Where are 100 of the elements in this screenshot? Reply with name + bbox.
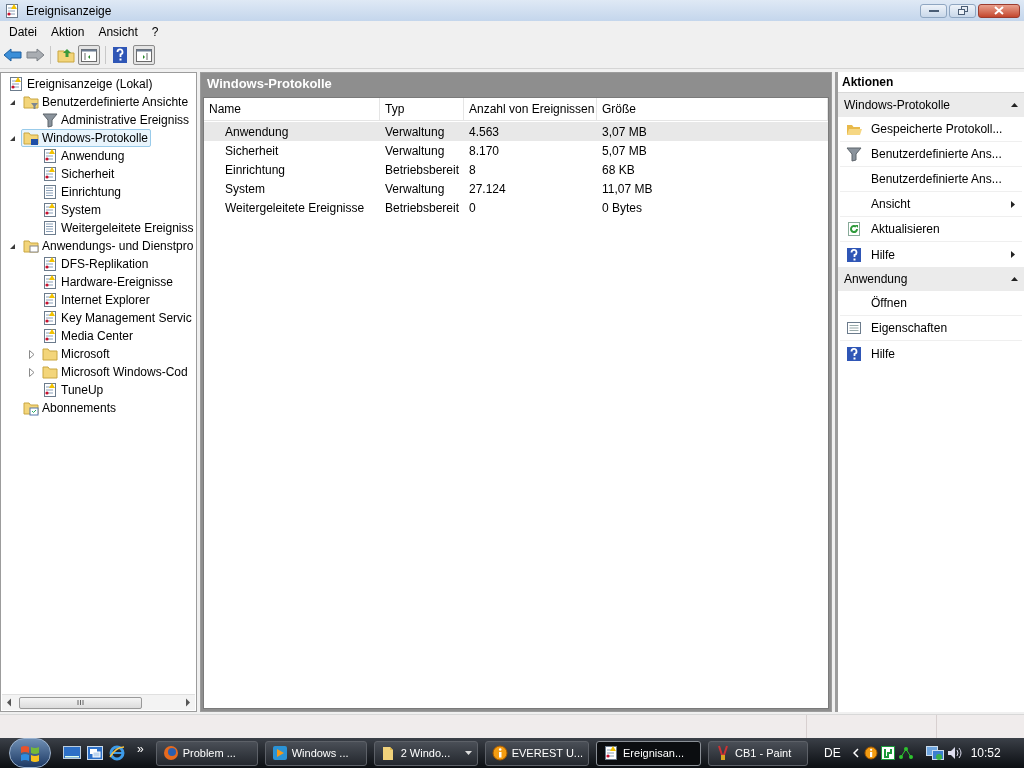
collapse-icon[interactable] [1011,277,1018,281]
log-icon [42,292,58,308]
browser-icon[interactable] [109,745,125,761]
clock[interactable]: 10:52 [970,744,1001,762]
column-header[interactable]: Größe [597,98,828,120]
horizontal-scrollbar[interactable] [2,694,195,710]
network-nodes-icon[interactable] [897,746,914,760]
menu-item[interactable]: Ansicht [91,22,145,41]
tree-item[interactable]: Abonnements [21,399,120,417]
table-row[interactable]: Sicherheit Verwaltung 8.170 5,07 MB [204,141,828,160]
chevron-left-icon[interactable] [852,748,859,758]
action-item[interactable]: Hilfe [840,242,1022,267]
panel-icon [136,48,152,62]
folder-icon [23,130,39,146]
tree-item[interactable]: Windows-Protokolle [21,129,152,147]
log-icon [42,274,58,290]
section-header[interactable]: Anwendung [838,267,1024,291]
folder-icon [42,364,58,380]
collapse-icon[interactable] [1011,103,1018,107]
tree-item[interactable]: Benutzerdefinierte Ansichte [21,93,192,111]
desktop-icon[interactable] [63,746,81,760]
tree-item[interactable]: Anwendung [40,147,128,165]
back-icon[interactable] [3,47,23,63]
close-button[interactable] [978,3,1020,18]
expand-icon[interactable] [28,367,35,377]
taskbar-button[interactable]: Windows ... [264,740,367,766]
help-icon[interactable] [111,46,129,64]
table-cell-text: 3,07 MB [601,123,648,141]
menu-item[interactable]: Datei [2,22,44,41]
menu-item[interactable]: Aktion [44,22,92,41]
table-cell-text: 0 Bytes [601,199,644,217]
tree-item[interactable]: Sicherheit [40,165,118,183]
panel-title: Windows-Protokolle [206,75,333,94]
scrollbar-thumb[interactable] [19,696,142,709]
console-tree-button[interactable] [78,45,100,65]
help-icon [846,345,862,362]
menu-item[interactable]: ? [144,22,166,41]
network-icon[interactable] [925,745,944,761]
action-item[interactable]: Hilfe [840,341,1022,366]
more-button[interactable]: » [137,740,144,758]
tree-item[interactable]: Hardware-Ereignisse [40,273,177,291]
switch-windows-icon[interactable] [87,746,103,760]
refresh-icon [846,221,862,237]
tree-item[interactable]: Internet Explorer [40,291,153,309]
action-item[interactable]: Öffnen [840,291,1022,316]
tree-item[interactable]: TuneUp [40,381,107,399]
minimize-button[interactable] [920,3,947,18]
collapse-icon[interactable] [9,134,16,142]
tree-item[interactable]: Anwendungs- und Dienstpro [21,237,196,255]
tree-item[interactable]: Microsoft Windows-Cod [40,363,191,381]
info-icon[interactable] [863,746,878,760]
tree-item[interactable]: Microsoft [40,345,113,363]
action-item[interactable]: Gespeicherte Protokoll... [840,117,1022,142]
action-pane-button[interactable] [133,45,155,65]
tree-item[interactable]: DFS-Replikation [40,255,152,273]
maximize-button[interactable] [949,3,976,18]
action-item[interactable]: Benutzerdefinierte Ans... [840,142,1022,167]
table-cell-text: System [224,180,266,198]
brush-icon [715,745,731,761]
taskbar-button[interactable]: 2 Windo... [373,740,478,766]
collapse-icon[interactable] [9,98,16,106]
table-row[interactable]: Weitergeleitete Ereignisse Betriebsbereit 0 0 Bytes [204,198,828,217]
tray-app-icon[interactable] [880,746,895,760]
tree-item[interactable]: System [40,201,104,219]
sheet-icon [42,220,58,236]
folder-icon [23,238,39,254]
table-cell-text: 5,07 MB [601,142,648,160]
folder-up-icon[interactable] [56,46,76,64]
taskbar-button[interactable]: Problem ... [155,740,258,766]
action-item[interactable]: Benutzerdefinierte Ans... [840,167,1022,192]
start-button[interactable] [9,738,51,768]
log-icon [42,148,58,164]
section-header[interactable]: Windows-Protokolle [838,93,1024,117]
expand-icon[interactable] [28,349,35,359]
language-indicator[interactable]: DE [824,744,841,762]
action-item[interactable]: Eigenschaften [840,316,1022,341]
column-header[interactable]: Anzahl von Ereignissen [464,98,597,120]
action-item[interactable]: Ansicht [840,192,1022,217]
tree-item[interactable]: Weitergeleitete Ereigniss [40,219,196,237]
taskbar-button[interactable]: CB1 - Paint [708,740,808,766]
log-icon [42,166,58,182]
forward-icon[interactable] [25,47,45,63]
tree-item[interactable]: Administrative Ereigniss [40,111,193,129]
collapse-icon[interactable] [9,242,16,250]
tree-item[interactable]: Media Center [40,327,137,345]
action-item[interactable]: Aktualisieren [840,217,1022,242]
taskbar-button[interactable]: Ereignisan... [596,740,701,766]
table-row[interactable]: System Verwaltung 27.124 11,07 MB [204,179,828,198]
tree-item[interactable]: Ereignisanzeige (Lokal) [6,75,156,93]
taskbar-button[interactable]: EVEREST U... [484,740,589,766]
column-header[interactable]: Typ [380,98,464,120]
tree-item[interactable]: Key Management Servic [40,309,195,327]
log-icon [42,202,58,218]
table-row[interactable]: Einrichtung Betriebsbereit 8 68 KB [204,160,828,179]
column-header[interactable]: Name [204,98,380,120]
volume-icon[interactable] [946,746,963,760]
table-row[interactable]: Anwendung Verwaltung 4.563 3,07 MB [204,122,828,141]
tree-item[interactable]: Einrichtung [40,183,125,201]
table-cell-text: Weitergeleitete Ereignisse [224,199,366,217]
window-title: Ereignisanzeige [26,2,112,20]
